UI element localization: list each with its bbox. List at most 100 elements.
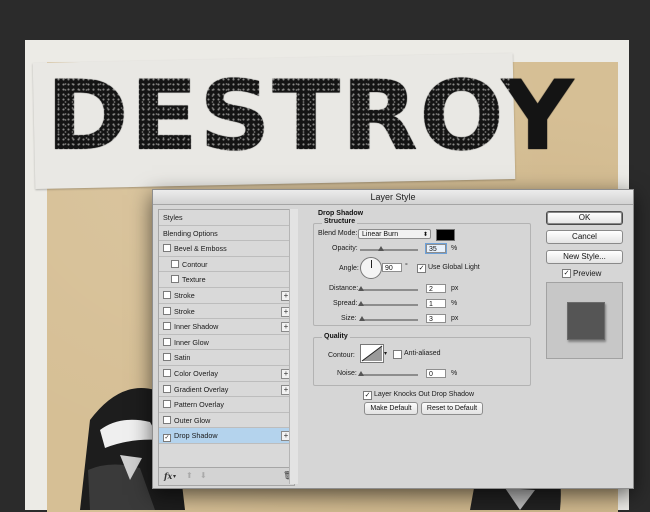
spread-input[interactable]: 1	[426, 299, 446, 308]
style-list-item-label: Gradient Overlay	[174, 384, 229, 394]
layer-style-dialog: Layer Style Styles Blending Options Bevel …	[152, 189, 634, 489]
drop-shadow-settings: Drop Shadow Structure Blend Mode: Linear…	[308, 209, 533, 484]
style-list-item[interactable]: Pattern Overlay	[159, 397, 294, 413]
blend-mode-value: Linear Burn	[362, 231, 399, 238]
anti-aliased-checkbox[interactable]	[393, 350, 402, 359]
style-checkbox[interactable]	[163, 322, 171, 331]
opacity-slider[interactable]	[360, 249, 418, 251]
ok-button[interactable]: OK	[546, 211, 623, 225]
style-checkbox[interactable]	[163, 290, 171, 299]
distance-slider[interactable]	[360, 289, 418, 291]
style-preview-box	[546, 282, 623, 359]
style-preview-swatch	[567, 302, 605, 340]
style-list-item-label: Contour	[182, 259, 208, 269]
opacity-slider-thumb[interactable]	[378, 246, 384, 251]
style-list-item[interactable]: Contour	[159, 257, 294, 273]
section-title: Drop Shadow	[318, 210, 364, 217]
style-list-item[interactable]: Texture	[159, 272, 294, 288]
style-checkbox[interactable]	[163, 353, 171, 362]
arrow-down-icon[interactable]: ⬇	[200, 471, 207, 480]
style-list-item-label: Stroke	[174, 290, 195, 300]
style-list-item-label: Inner Shadow	[174, 322, 219, 332]
angle-unit: °	[405, 263, 408, 270]
noise-label: Noise:	[337, 370, 357, 377]
style-checkbox[interactable]	[171, 259, 179, 268]
style-list-item[interactable]: Color Overlay +	[159, 366, 294, 382]
styles-scrollbar[interactable]	[289, 209, 298, 484]
style-list-item[interactable]: Stroke +	[159, 288, 294, 304]
spread-slider[interactable]	[360, 304, 418, 306]
contour-dropdown-icon[interactable]: ▾	[384, 350, 387, 357]
style-list-item-label: Bevel & Emboss	[174, 244, 227, 254]
style-list-item[interactable]: Bevel & Emboss	[159, 241, 294, 257]
new-style-button[interactable]: New Style...	[546, 250, 623, 264]
styles-panel-footer: fx ▾ ⬆ ⬇ 🗑	[159, 467, 294, 485]
angle-input[interactable]: 90	[382, 263, 402, 272]
cancel-button[interactable]: Cancel	[546, 230, 623, 244]
style-checkbox[interactable]	[163, 415, 171, 424]
style-list-item[interactable]: Styles	[159, 210, 294, 226]
style-list-item[interactable]: Inner Glow	[159, 335, 294, 351]
make-default-button[interactable]: Make Default	[364, 402, 418, 415]
style-list-item[interactable]: Outer Glow	[159, 413, 294, 429]
style-list-item[interactable]: Satin	[159, 350, 294, 366]
style-list-item-label: Styles	[163, 213, 183, 222]
use-global-light-checkbox[interactable]: ✓	[417, 264, 426, 273]
spread-unit: %	[451, 300, 458, 307]
style-checkbox[interactable]	[171, 275, 179, 284]
distance-input[interactable]: 2	[426, 284, 446, 293]
blend-mode-select[interactable]: Linear Burn ⬍	[358, 229, 431, 239]
anti-aliased-label: Anti-aliased	[404, 350, 441, 357]
noise-slider-thumb[interactable]	[358, 371, 364, 376]
preview-checkbox[interactable]: ✓	[562, 269, 571, 278]
size-label: Size:	[341, 315, 357, 322]
dialog-title: Layer Style	[153, 190, 633, 205]
spread-label: Spread:	[333, 300, 358, 307]
angle-dial[interactable]	[360, 257, 382, 279]
style-list-item-label: Pattern Overlay	[174, 400, 224, 410]
arrow-up-icon[interactable]: ⬆	[186, 471, 193, 480]
size-slider-thumb[interactable]	[359, 316, 365, 321]
style-checkbox[interactable]	[163, 337, 171, 346]
style-checkbox[interactable]	[163, 400, 171, 409]
opacity-unit: %	[451, 245, 458, 252]
preview-label: Preview	[573, 269, 602, 278]
knockout-label: Layer Knocks Out Drop Shadow	[374, 391, 474, 398]
style-checkbox[interactable]	[163, 244, 171, 253]
noise-slider[interactable]	[360, 374, 418, 376]
contour-label: Contour:	[328, 352, 355, 359]
destroy-title-text: DESTROY	[46, 60, 575, 172]
style-list-item-label: Texture	[182, 275, 206, 285]
style-checkbox[interactable]	[163, 306, 171, 315]
distance-slider-thumb[interactable]	[358, 286, 364, 291]
style-list-item[interactable]: Stroke +	[159, 304, 294, 320]
fx-dropdown-icon[interactable]: ▾	[173, 473, 176, 480]
knockout-checkbox[interactable]: ✓	[363, 391, 372, 400]
quality-group	[313, 337, 531, 386]
angle-dial-hand	[370, 260, 372, 268]
opacity-input[interactable]: 35	[426, 244, 446, 253]
size-unit: px	[451, 315, 459, 322]
style-list-item-label: Blending Options	[163, 228, 218, 238]
shadow-color-swatch[interactable]	[436, 229, 455, 241]
style-list-item-label: Satin	[174, 353, 191, 363]
size-slider[interactable]	[360, 319, 418, 321]
spread-slider-thumb[interactable]	[358, 301, 364, 306]
style-checkbox[interactable]	[163, 368, 171, 377]
angle-label: Angle:	[339, 265, 359, 272]
style-list-item[interactable]: ✓ Drop Shadow +	[159, 428, 294, 444]
fx-icon[interactable]: fx	[164, 471, 172, 481]
style-checkbox[interactable]: ✓	[163, 434, 171, 443]
contour-curve-icon	[361, 345, 383, 362]
size-input[interactable]: 3	[426, 314, 446, 323]
style-list-item[interactable]: Blending Options	[159, 226, 294, 242]
style-checkbox[interactable]	[163, 384, 171, 393]
distance-unit: px	[451, 285, 459, 292]
quality-title: Quality	[322, 333, 350, 340]
style-list-item-label: Outer Glow	[174, 415, 211, 425]
reset-to-default-button[interactable]: Reset to Default	[421, 402, 483, 415]
style-list-item[interactable]: Gradient Overlay +	[159, 382, 294, 398]
style-list-item[interactable]: Inner Shadow +	[159, 319, 294, 335]
contour-picker[interactable]	[360, 344, 384, 363]
noise-input[interactable]: 0	[426, 369, 446, 378]
